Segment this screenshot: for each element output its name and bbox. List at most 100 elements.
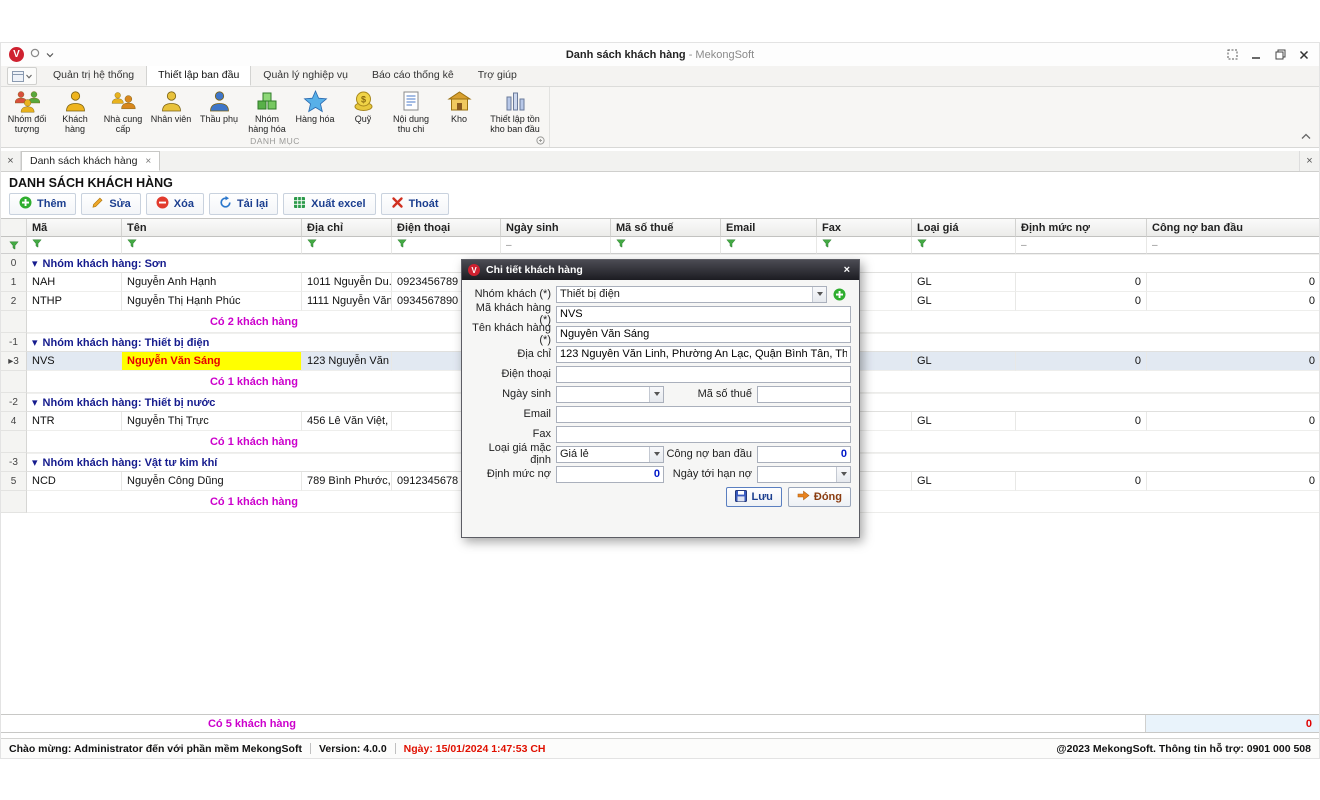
column-header-email[interactable]: Email bbox=[721, 219, 817, 237]
ngay-toi-han-no-select[interactable] bbox=[757, 466, 851, 483]
column-header-fax[interactable]: Fax bbox=[817, 219, 912, 237]
cell-ma[interactable]: NTHP bbox=[27, 292, 122, 311]
add-button[interactable]: Thêm bbox=[9, 193, 76, 215]
cong-no-ban-dau-field[interactable] bbox=[757, 446, 851, 463]
column-header-loai-gia[interactable]: Loại giá bbox=[912, 219, 1016, 237]
cell-dia-chi[interactable]: 456 Lê Văn Việt, P... bbox=[302, 412, 392, 431]
column-header-ma-so-thue[interactable]: Mã số thuế bbox=[611, 219, 721, 237]
filter-cell-dia-chi[interactable] bbox=[302, 237, 392, 254]
filter-funnel-icon[interactable] bbox=[397, 239, 407, 251]
cell-loai-gia[interactable]: GL bbox=[912, 472, 1016, 491]
ngay-toi-han-no-dropdown-icon[interactable] bbox=[836, 467, 850, 482]
fax-field[interactable] bbox=[556, 426, 851, 443]
ma-khach-hang-field[interactable] bbox=[556, 306, 851, 323]
filter-row-icon[interactable] bbox=[1, 237, 27, 254]
cell-dia-chi[interactable]: 123 Nguyễn Văn ... bbox=[302, 352, 392, 371]
cell-ten[interactable]: Nguyễn Thị Hạnh Phúc bbox=[122, 292, 302, 311]
loai-gia-mac-dinh-select[interactable]: Giá lẻ bbox=[556, 446, 664, 463]
dia-chi-field[interactable] bbox=[556, 346, 851, 363]
filter-cell-ten[interactable] bbox=[122, 237, 302, 254]
ribbon-item-noi-dung-thu-chi[interactable]: Nội dung thu chi bbox=[387, 88, 435, 135]
group-dialog-launcher-icon[interactable] bbox=[536, 136, 545, 148]
dialog-close-icon[interactable]: × bbox=[841, 264, 853, 276]
ribbon-menu-icon[interactable] bbox=[7, 67, 37, 85]
document-tab-customers[interactable]: Danh sách khách hàng × bbox=[21, 151, 160, 171]
ribbon-item-khach-hang[interactable]: Khách hàng bbox=[51, 88, 99, 135]
cell-loai-gia[interactable]: GL bbox=[912, 292, 1016, 311]
dien-thoai-field[interactable] bbox=[556, 366, 851, 383]
ribbon-item-nhom-hang-hoa[interactable]: Nhóm hàng hóa bbox=[243, 88, 291, 135]
column-header-ma[interactable]: Mã bbox=[27, 219, 122, 237]
close-window-icon[interactable] bbox=[1297, 48, 1311, 62]
cell-dinh-muc-no[interactable]: 0 bbox=[1016, 292, 1147, 311]
nhom-khach-dropdown-icon[interactable] bbox=[812, 287, 826, 302]
minimize-icon[interactable] bbox=[1249, 48, 1263, 62]
cell-dinh-muc-no[interactable]: 0 bbox=[1016, 472, 1147, 491]
cell-dinh-muc-no[interactable]: 0 bbox=[1016, 273, 1147, 292]
ribbon-tab-tro-giup[interactable]: Trợ giúp bbox=[466, 65, 529, 86]
group-expand-icon[interactable]: ▾ bbox=[32, 336, 38, 349]
group-expand-icon[interactable]: ▾ bbox=[32, 456, 38, 469]
row-indicator[interactable]: 4 bbox=[1, 412, 27, 431]
ngay-sinh-dropdown-icon[interactable] bbox=[649, 387, 663, 402]
column-header-dia-chi[interactable]: Địa chỉ bbox=[302, 219, 392, 237]
save-button[interactable]: Lưu bbox=[726, 487, 781, 507]
quick-access-dropdown-icon[interactable] bbox=[46, 49, 54, 61]
ribbon-tab-quan-ly-nghiep-vu[interactable]: Quản lý nghiệp vụ bbox=[251, 65, 360, 86]
column-header-dien-thoai[interactable]: Điện thoại bbox=[392, 219, 501, 237]
ribbon-item-quy[interactable]: $Quỹ bbox=[339, 88, 387, 135]
cell-cong-no-ban-dau[interactable]: 0 bbox=[1147, 273, 1319, 292]
ribbon-item-nhom-doi-tuong[interactable]: Nhóm đối tượng bbox=[3, 88, 51, 135]
cell-dinh-muc-no[interactable]: 0 bbox=[1016, 412, 1147, 431]
filter-funnel-icon[interactable] bbox=[917, 239, 927, 251]
column-header-ngay-sinh[interactable]: Ngày sinh bbox=[501, 219, 611, 237]
dinh-muc-no-field[interactable] bbox=[556, 466, 664, 483]
email-field[interactable] bbox=[556, 406, 851, 423]
cell-loai-gia[interactable]: GL bbox=[912, 412, 1016, 431]
ribbon-tab-thiet-lap-ban-dau[interactable]: Thiết lập ban đầu bbox=[146, 65, 251, 86]
row-indicator[interactable]: 0 bbox=[1, 254, 27, 273]
filter-cell-ngay-sinh[interactable]: – bbox=[501, 237, 611, 254]
filter-cell-dien-thoai[interactable] bbox=[392, 237, 501, 254]
filter-funnel-icon[interactable] bbox=[726, 239, 736, 251]
cell-dia-chi[interactable]: 789 Bình Phước, ... bbox=[302, 472, 392, 491]
cell-loai-gia[interactable]: GL bbox=[912, 352, 1016, 371]
row-indicator[interactable]: 1 bbox=[1, 273, 27, 292]
cell-ma[interactable]: NVS bbox=[27, 352, 122, 371]
column-header-cong-no-ban-dau[interactable]: Công nợ ban đầu bbox=[1147, 219, 1319, 237]
fit-window-icon[interactable] bbox=[1225, 48, 1239, 62]
column-header-ten[interactable]: Tên bbox=[122, 219, 302, 237]
cell-dia-chi[interactable]: 1011 Nguyễn Du... bbox=[302, 273, 392, 292]
column-header-dinh-muc-no[interactable]: Định mức nợ bbox=[1016, 219, 1147, 237]
row-indicator[interactable]: -1 bbox=[1, 333, 27, 352]
cell-dia-chi[interactable]: 1111 Nguyễn Văn... bbox=[302, 292, 392, 311]
filter-funnel-icon[interactable] bbox=[32, 239, 42, 251]
row-indicator[interactable]: ▸3 bbox=[1, 352, 27, 371]
loai-gia-mac-dinh-dropdown-icon[interactable] bbox=[649, 447, 663, 462]
cell-dinh-muc-no[interactable]: 0 bbox=[1016, 352, 1147, 371]
cell-ten[interactable]: Nguyễn Anh Hạnh bbox=[122, 273, 302, 292]
add-nhom-khach-icon[interactable] bbox=[832, 287, 846, 301]
row-indicator[interactable]: 5 bbox=[1, 472, 27, 491]
tabstrip-left-close-icon[interactable]: × bbox=[1, 151, 21, 171]
cell-cong-no-ban-dau[interactable]: 0 bbox=[1147, 292, 1319, 311]
ribbon-item-thiet-lap-ton-kho-ban-dau[interactable]: Thiết lập tồn kho ban đầu bbox=[483, 88, 547, 135]
edit-button[interactable]: Sửa bbox=[81, 193, 140, 215]
ribbon-item-nha-cung-cap[interactable]: Nhà cung cấp bbox=[99, 88, 147, 135]
ribbon-item-kho[interactable]: Kho bbox=[435, 88, 483, 135]
restore-icon[interactable] bbox=[1273, 48, 1287, 62]
row-indicator[interactable]: -2 bbox=[1, 393, 27, 412]
filter-cell-fax[interactable] bbox=[817, 237, 912, 254]
group-expand-icon[interactable]: ▾ bbox=[32, 396, 38, 409]
ma-so-thue-field[interactable] bbox=[757, 386, 851, 403]
filter-funnel-icon[interactable] bbox=[616, 239, 626, 251]
cell-cong-no-ban-dau[interactable]: 0 bbox=[1147, 472, 1319, 491]
filter-cell-dinh-muc-no[interactable]: – bbox=[1016, 237, 1147, 254]
filter-cell-loai-gia[interactable] bbox=[912, 237, 1016, 254]
ribbon-collapse-icon[interactable] bbox=[1301, 131, 1311, 143]
cell-ma[interactable]: NAH bbox=[27, 273, 122, 292]
nhom-khach-select[interactable]: Thiết bị điện bbox=[556, 286, 827, 303]
quick-access-circle-icon[interactable] bbox=[30, 48, 40, 61]
exit-button[interactable]: Thoát bbox=[381, 193, 449, 215]
delete-button[interactable]: Xóa bbox=[146, 193, 204, 215]
